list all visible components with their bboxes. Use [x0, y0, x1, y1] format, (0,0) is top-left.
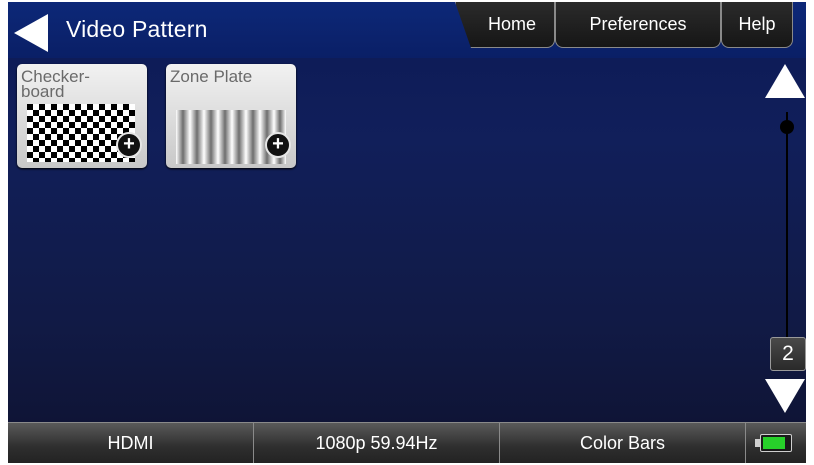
back-button[interactable]: [14, 14, 50, 52]
status-interface[interactable]: HDMI: [8, 423, 254, 463]
battery-terminal: [755, 439, 760, 447]
pattern-label: Zone Plate: [170, 67, 253, 86]
pattern-label: Checker- board: [21, 68, 90, 101]
status-pattern-label: Color Bars: [579, 432, 666, 453]
battery-icon: [755, 434, 792, 452]
scrollbar-thumb[interactable]: [780, 120, 794, 134]
scroll-up-icon[interactable]: [765, 64, 805, 98]
scrollbar-track[interactable]: [786, 112, 788, 342]
tab-home-label: Home: [487, 14, 536, 34]
back-arrow-icon: [14, 14, 48, 52]
plus-icon[interactable]: +: [116, 132, 142, 158]
battery-level-fill: [763, 437, 785, 449]
status-bar: HDMI 1080p 59.94Hz Color Bars: [8, 422, 806, 463]
status-interface-label: HDMI: [107, 432, 154, 453]
tab-preferences-label: Preferences: [589, 14, 687, 34]
battery-indicator: [746, 423, 806, 463]
pattern-tile-zone-plate[interactable]: Zone Plate +: [166, 64, 296, 168]
scroll-down-icon[interactable]: [765, 379, 805, 413]
tab-home[interactable]: Home: [455, 2, 555, 48]
page-number-badge: 2: [770, 337, 806, 371]
status-pattern[interactable]: Color Bars: [500, 423, 746, 463]
header-bar: Video Pattern Home Preferences Help: [8, 2, 806, 58]
tab-help[interactable]: Help: [721, 2, 793, 48]
status-format[interactable]: 1080p 59.94Hz: [254, 423, 500, 463]
screen: Video Pattern Home Preferences Help Chec…: [8, 2, 806, 463]
plus-icon[interactable]: +: [265, 132, 291, 158]
tab-preferences[interactable]: Preferences: [555, 2, 721, 48]
page-title: Video Pattern: [66, 16, 208, 42]
tab-help-label: Help: [738, 14, 776, 34]
pattern-tile-checkerboard[interactable]: Checker- board +: [17, 64, 147, 168]
pattern-label-line1: Zone Plate: [170, 67, 253, 86]
status-format-label: 1080p 59.94Hz: [315, 432, 438, 453]
pattern-label-line2: board: [21, 82, 65, 101]
